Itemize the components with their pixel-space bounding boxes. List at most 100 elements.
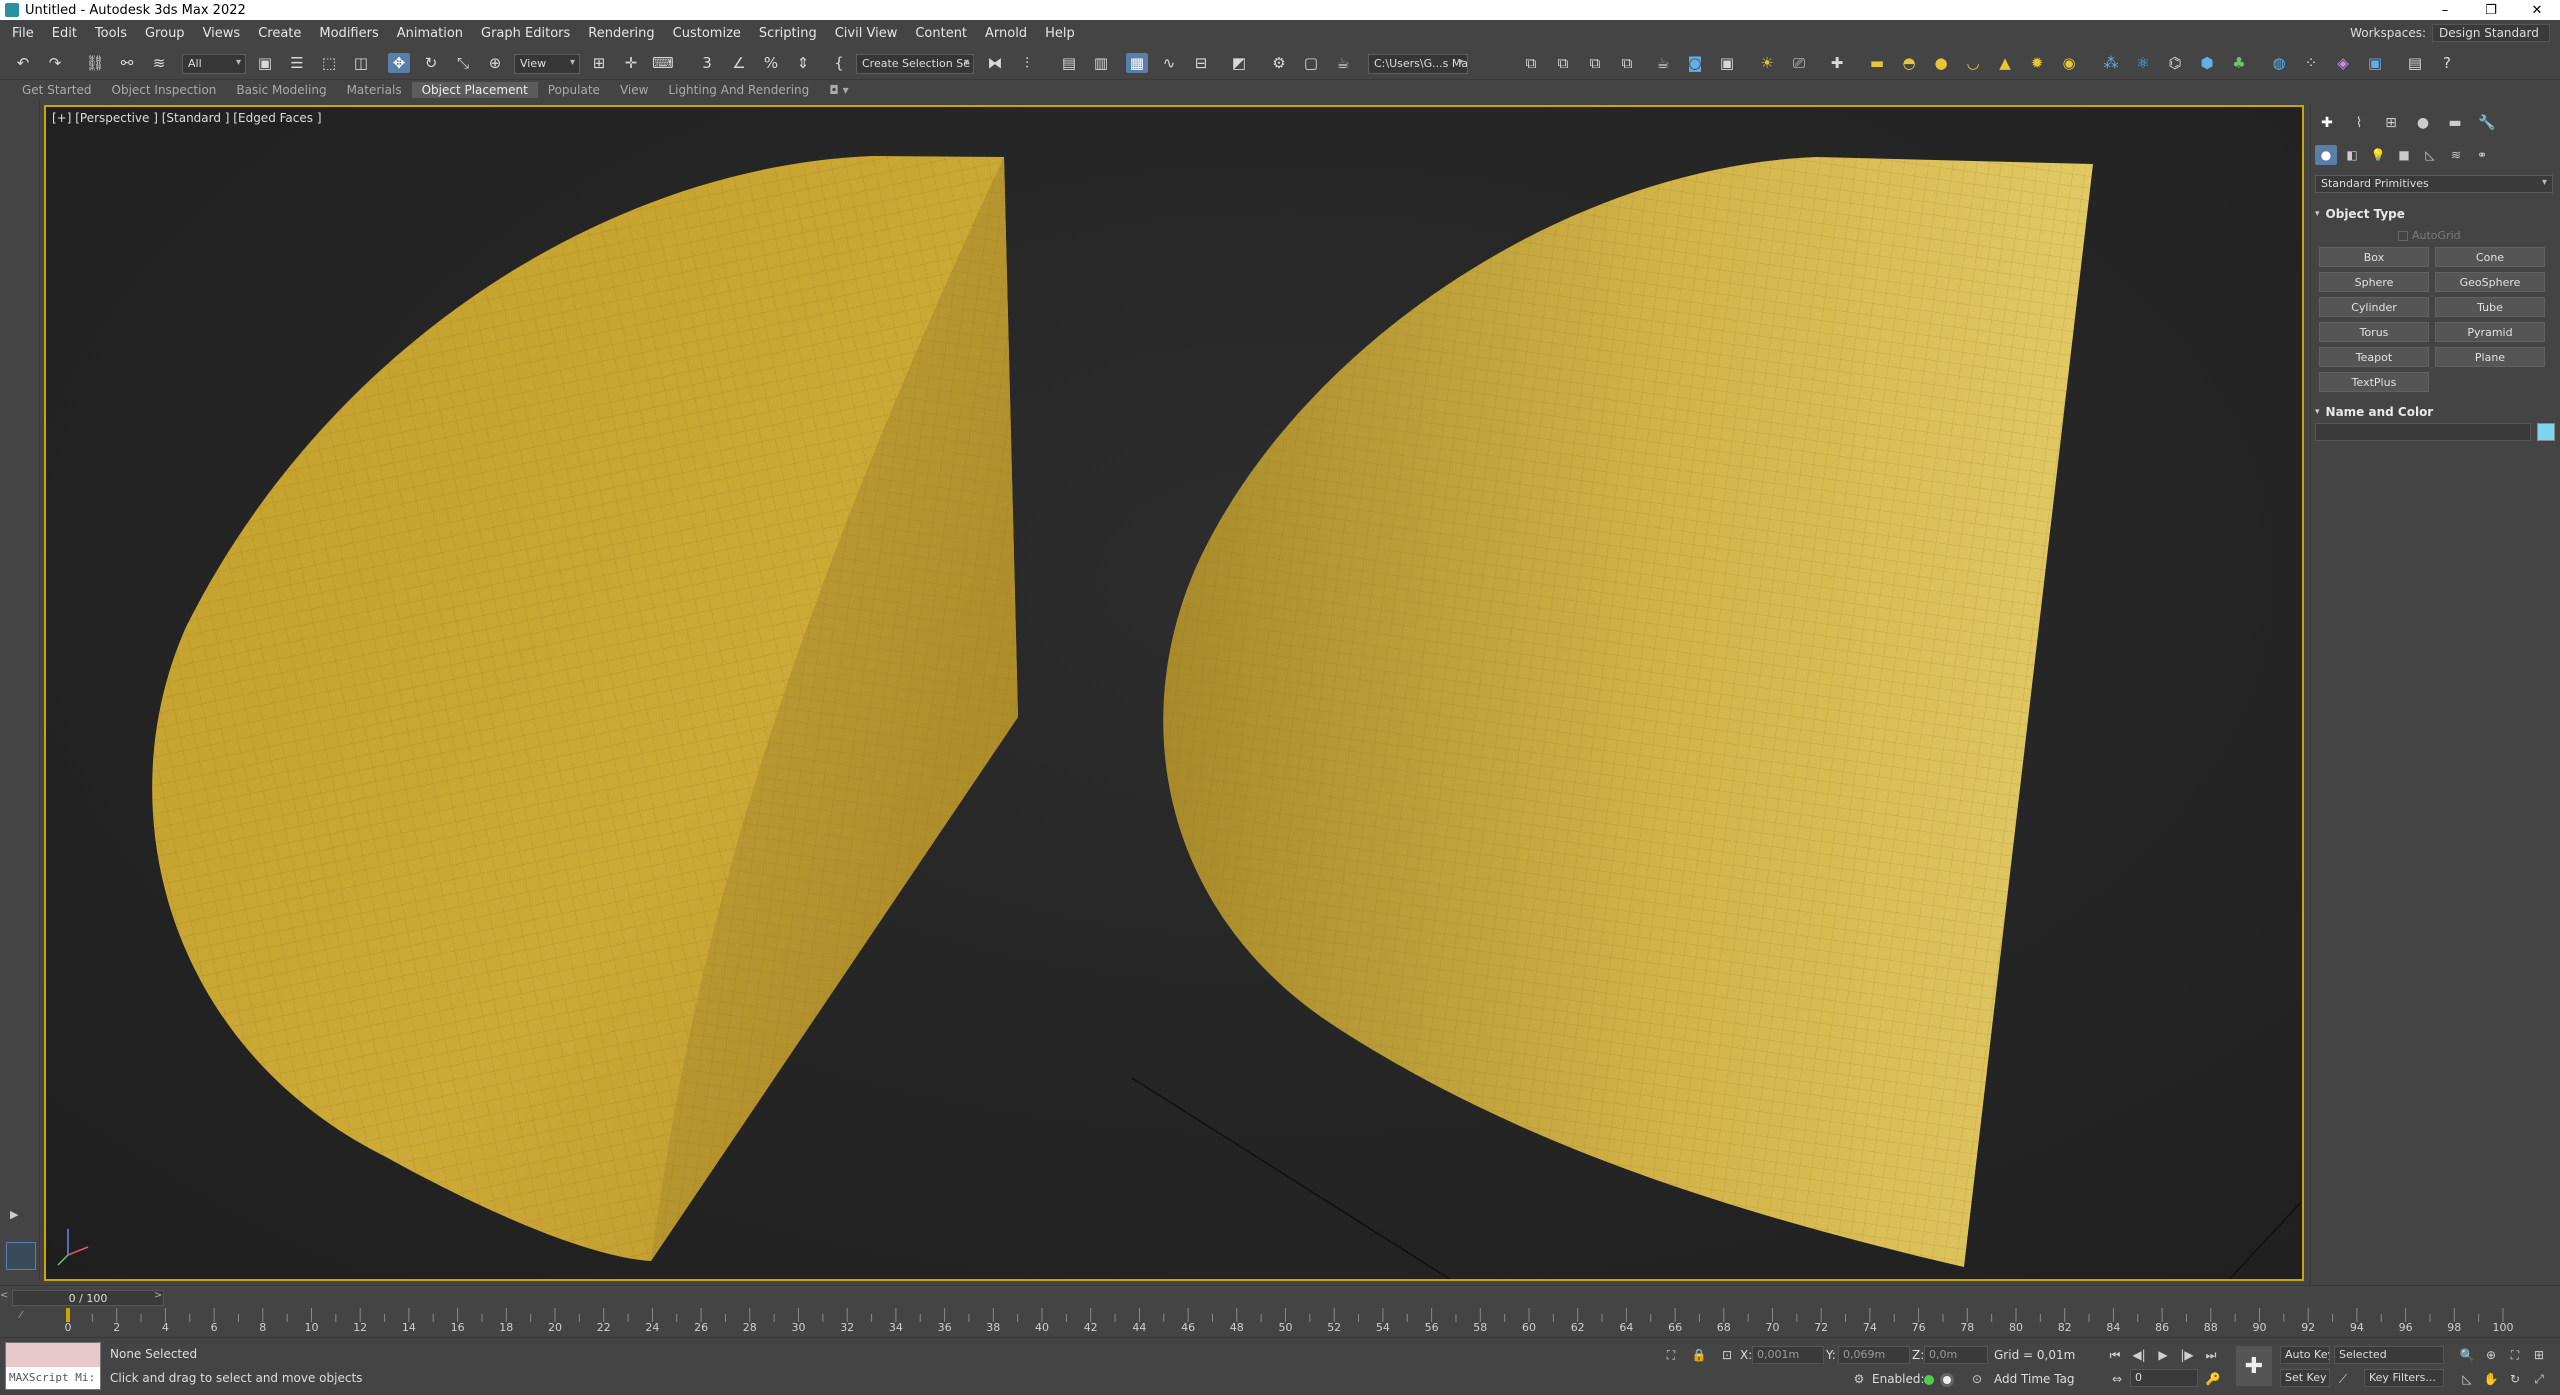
menu-civil-view[interactable]: Civil View bbox=[826, 26, 907, 41]
maxscript-listener[interactable]: MAXScript Mi: bbox=[5, 1342, 101, 1390]
tab-object-placement[interactable]: Object Placement bbox=[411, 82, 538, 98]
modify-tab-icon[interactable]: ⌇ bbox=[2347, 113, 2371, 133]
rectangular-selection-icon[interactable]: ⬚ bbox=[318, 53, 340, 73]
bowl-icon[interactable]: ◡ bbox=[1962, 53, 1984, 73]
render-window-icon[interactable]: ▣ bbox=[1716, 53, 1738, 73]
helper-icon[interactable]: ✚ bbox=[1826, 53, 1848, 73]
schematic-view-icon[interactable]: ⊟ bbox=[1190, 53, 1212, 73]
sphere-button[interactable]: Sphere bbox=[2319, 272, 2429, 292]
textplus-button[interactable]: TextPlus bbox=[2319, 372, 2429, 392]
expand-arrow-icon[interactable]: ▶ bbox=[10, 1208, 18, 1221]
orbit-icon[interactable]: ↻ bbox=[2506, 1370, 2524, 1388]
workspace-dropdown[interactable]: Design Standard bbox=[2432, 24, 2550, 42]
menu-tools[interactable]: Tools bbox=[86, 26, 136, 41]
auto-key-button[interactable]: Auto Key bbox=[2280, 1346, 2330, 1364]
geometry-icon[interactable]: ● bbox=[2315, 145, 2337, 165]
menu-create[interactable]: Create bbox=[249, 26, 310, 41]
light-icon[interactable]: ☀ bbox=[1756, 53, 1778, 73]
zoom-extents-all-icon[interactable]: ⊞ bbox=[2530, 1346, 2548, 1364]
angle-snap-icon[interactable]: ∠ bbox=[728, 53, 750, 73]
menu-help[interactable]: Help bbox=[1036, 26, 1084, 41]
object-name-field[interactable] bbox=[2315, 423, 2531, 441]
zoom-extents-icon[interactable]: ⛶ bbox=[2506, 1346, 2524, 1364]
tab-lighting-and-rendering[interactable]: Lighting And Rendering bbox=[658, 82, 819, 98]
display-tab-icon[interactable]: ▬ bbox=[2443, 113, 2467, 133]
project-folder-dropdown[interactable]: C:\Users\G...s Max 2022 bbox=[1368, 54, 1468, 74]
layer-explorer-icon[interactable]: ▥ bbox=[1090, 53, 1112, 73]
maximize-viewport-icon[interactable]: ⤢ bbox=[2530, 1370, 2548, 1388]
play-icon[interactable]: ▶ bbox=[2154, 1346, 2172, 1364]
teapot-icon[interactable]: ☕ bbox=[1652, 53, 1674, 73]
named-selection-dropdown[interactable]: Create Selection Se bbox=[856, 54, 974, 74]
keyboard-shortcut-override-icon[interactable]: ⌨ bbox=[652, 53, 674, 73]
open-explorer-icon-4[interactable]: ⧉ bbox=[1616, 53, 1638, 73]
use-pivot-center-icon[interactable]: ⊞ bbox=[588, 53, 610, 73]
prev-frame-arrow-icon[interactable]: < bbox=[0, 1290, 8, 1301]
render-view-icon[interactable]: ▣ bbox=[2364, 53, 2386, 73]
key-mode-icon[interactable]: 🔑 bbox=[2204, 1370, 2222, 1388]
name-and-color-rollout[interactable]: ▾ Name and Color bbox=[2315, 403, 2555, 421]
select-rotate-icon[interactable]: ↻ bbox=[420, 53, 442, 73]
render-production-icon[interactable]: ☕ bbox=[1332, 53, 1354, 73]
select-by-name-icon[interactable]: ☰ bbox=[286, 53, 308, 73]
help-icon[interactable]: ? bbox=[2436, 53, 2458, 73]
tab-view[interactable]: View bbox=[610, 82, 658, 98]
fluids-icon[interactable]: ⬢ bbox=[2196, 53, 2218, 73]
box-button[interactable]: Box bbox=[2319, 247, 2429, 267]
percent-snap-icon[interactable]: % bbox=[760, 53, 782, 73]
pyramid-button[interactable]: Pyramid bbox=[2435, 322, 2545, 342]
tab-object-inspection[interactable]: Object Inspection bbox=[102, 82, 227, 98]
edit-named-selection-icon[interactable]: { bbox=[828, 53, 850, 73]
tab-basic-modeling[interactable]: Basic Modeling bbox=[226, 82, 336, 98]
open-explorer-icon-3[interactable]: ⧉ bbox=[1584, 53, 1606, 73]
select-place-icon[interactable]: ⊕ bbox=[484, 53, 506, 73]
shader-icon[interactable]: ⁘ bbox=[2300, 53, 2322, 73]
menu-views[interactable]: Views bbox=[194, 26, 250, 41]
menu-arnold[interactable]: Arnold bbox=[976, 26, 1036, 41]
render-icon[interactable]: ◙ bbox=[1684, 53, 1706, 73]
snaps-toggle-icon[interactable]: 3 bbox=[696, 53, 718, 73]
reference-coordinate-dropdown[interactable]: View bbox=[514, 54, 580, 74]
tube-button[interactable]: Tube bbox=[2435, 297, 2545, 317]
tree-icon[interactable]: ♣ bbox=[2228, 53, 2250, 73]
selection-filter-dropdown[interactable]: All bbox=[182, 54, 246, 74]
cameras-icon[interactable]: ■ bbox=[2393, 145, 2415, 165]
arnold-icon[interactable]: ◈ bbox=[2332, 53, 2354, 73]
skeleton-icon[interactable]: ⌬ bbox=[2164, 53, 2186, 73]
align-icon[interactable]: ⫶ bbox=[1016, 53, 1038, 73]
torus-button[interactable]: Torus bbox=[2319, 322, 2429, 342]
key-set-dropdown[interactable]: Selected bbox=[2334, 1346, 2444, 1364]
spinner-snap-icon[interactable]: ⇕ bbox=[792, 53, 814, 73]
toggle-ribbon-icon[interactable]: ▦ bbox=[1126, 53, 1148, 73]
viewport-layout-icon[interactable] bbox=[6, 1242, 36, 1270]
default-in-out-tangent-icon[interactable]: ⟋ bbox=[2334, 1370, 2352, 1388]
absolute-mode-icon[interactable]: ⊡ bbox=[1718, 1346, 1736, 1364]
utilities-tab-icon[interactable]: 🔧 bbox=[2475, 113, 2499, 133]
menu-animation[interactable]: Animation bbox=[388, 26, 472, 41]
menu-edit[interactable]: Edit bbox=[43, 26, 86, 41]
autogrid-checkbox[interactable]: AutoGrid bbox=[2398, 229, 2461, 242]
menu-group[interactable]: Group bbox=[136, 26, 194, 41]
geosphere-button[interactable]: GeoSphere bbox=[2435, 272, 2545, 292]
time-configuration-icon[interactable]: ⇔ bbox=[2108, 1370, 2126, 1388]
time-cursor[interactable] bbox=[66, 1308, 70, 1322]
scene-explorer-icon[interactable]: ▤ bbox=[1058, 53, 1080, 73]
pan-view-icon[interactable]: ✋ bbox=[2482, 1370, 2500, 1388]
enabled-indicator-icon[interactable] bbox=[1924, 1375, 1934, 1385]
menu-customize[interactable]: Customize bbox=[664, 26, 750, 41]
cone-button[interactable]: Cone bbox=[2435, 247, 2545, 267]
time-slider[interactable]: 0 / 100 bbox=[12, 1290, 164, 1306]
curve-editor-icon[interactable]: ∿ bbox=[1158, 53, 1180, 73]
time-tag-icon[interactable] bbox=[1940, 1373, 1954, 1387]
current-frame-field[interactable]: 0 bbox=[2130, 1369, 2198, 1387]
maximize-button[interactable]: ❐ bbox=[2468, 0, 2514, 20]
menu-file[interactable]: File bbox=[0, 26, 43, 41]
isolate-selection-icon[interactable]: ⛶ bbox=[1662, 1346, 1680, 1364]
selection-lock-icon[interactable]: 🔒 bbox=[1690, 1346, 1708, 1364]
box-primitive-icon[interactable]: ▬ bbox=[1866, 53, 1888, 73]
link-icon[interactable]: ⛓ bbox=[84, 53, 106, 73]
set-keys-icon[interactable]: ✚ bbox=[2236, 1346, 2272, 1386]
half-sphere-icon[interactable]: ◓ bbox=[1898, 53, 1920, 73]
cone-icon[interactable]: ▲ bbox=[1994, 53, 2016, 73]
open-explorer-icon[interactable]: ⧉ bbox=[1520, 53, 1542, 73]
